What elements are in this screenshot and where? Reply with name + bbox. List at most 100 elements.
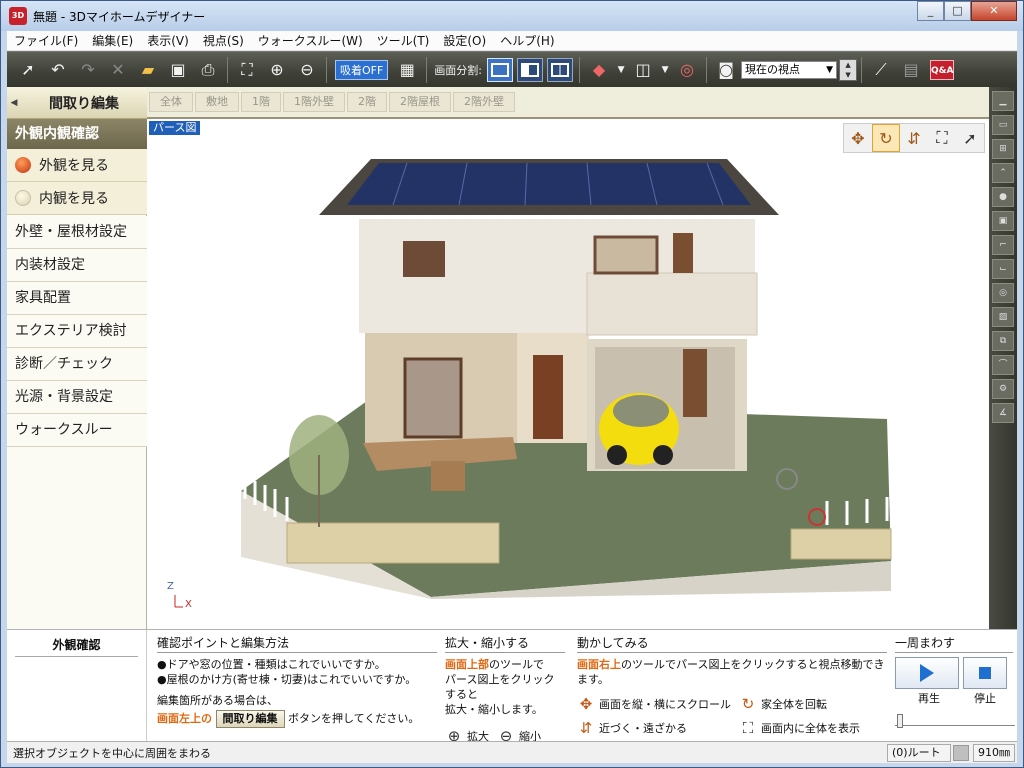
- roof-color-icon[interactable]: ◆: [586, 57, 612, 83]
- texture-icon[interactable]: ▨: [992, 307, 1014, 327]
- side-menu-furniture[interactable]: 家具配置: [7, 282, 147, 315]
- menu-help[interactable]: ヘルプ(H): [493, 31, 561, 50]
- play-button[interactable]: [895, 657, 959, 689]
- approach-icon: ⇵: [579, 718, 593, 737]
- tab-site[interactable]: 敷地: [195, 92, 239, 112]
- zoom-in-icon[interactable]: ⊕: [264, 57, 290, 83]
- zoom-out-icon[interactable]: ⊖: [294, 57, 320, 83]
- select-cursor-icon[interactable]: ➚: [956, 124, 984, 152]
- help-zoom-highlight: 画面上部: [445, 658, 489, 671]
- section-header: 外観内観確認: [7, 119, 147, 149]
- rotate-icon: ↻: [741, 694, 755, 713]
- fit-all-icon[interactable]: ⛶: [928, 124, 956, 152]
- help-edit-button[interactable]: 間取り編集: [215, 710, 285, 728]
- help-check-line2: ●屋根のかけ方(寄せ棟・切妻)はこれでいいですか。: [157, 673, 417, 686]
- help-side-title: 外観確認: [15, 636, 138, 657]
- viewport-tools: ✥ ↻ ⇵ ⛶ ➚: [843, 123, 985, 153]
- tab-2f-exterior[interactable]: 2階外壁: [453, 92, 515, 112]
- tab-1f-exterior[interactable]: 1階外壁: [283, 92, 345, 112]
- menu-edit[interactable]: 編集(E): [85, 31, 140, 50]
- undo-icon[interactable]: ↶: [45, 57, 71, 83]
- open-folder-icon[interactable]: ▰: [135, 57, 161, 83]
- help-column-rotate: 一周まわす 再生 停止: [895, 636, 1015, 728]
- rotation-slider-thumb[interactable]: [897, 714, 903, 728]
- sphere-icon[interactable]: ●: [992, 187, 1014, 207]
- snap-toggle-button[interactable]: 吸着OFF: [335, 59, 389, 80]
- roof-icon[interactable]: ⌃: [992, 163, 1014, 183]
- ruler-icon[interactable]: ⟋: [868, 57, 894, 83]
- minimize-button[interactable]: _: [917, 1, 944, 21]
- help-panel: 外観確認 確認ポイントと編集方法 ●ドアや窓の位置・種類はこれでいいですか。 ●…: [7, 629, 1017, 743]
- dropdown-arrow-icon[interactable]: ▼: [660, 57, 670, 83]
- stairs2-icon[interactable]: ⌙: [992, 259, 1014, 279]
- save-icon[interactable]: ▣: [165, 57, 191, 83]
- menu-view[interactable]: 表示(V): [140, 31, 196, 50]
- tab-1f[interactable]: 1階: [241, 92, 281, 112]
- spin-up-icon[interactable]: ▲: [840, 60, 856, 70]
- menu-file[interactable]: ファイル(F): [7, 31, 85, 50]
- circle-icon[interactable]: ◎: [992, 283, 1014, 303]
- camera-icon[interactable]: ◙: [713, 57, 739, 83]
- radio-unselected-icon: [15, 190, 31, 206]
- maximize-button[interactable]: □: [944, 1, 971, 21]
- tab-all[interactable]: 全体: [149, 92, 193, 112]
- grid-icon[interactable]: ▦: [394, 57, 420, 83]
- main-toolbar: ➚ ↶ ↷ ✕ ▰ ▣ ⎙ ⛶ ⊕ ⊖ 吸着OFF ▦ 画面分割: ◆ ▼ ◫ …: [7, 51, 1017, 87]
- fit-all-icon[interactable]: ⛶: [234, 57, 260, 83]
- help-zoom-text2: パース図上をクリックすると: [445, 673, 555, 701]
- pan-icon: ✥: [579, 694, 593, 713]
- box-view-icon[interactable]: ◫: [630, 57, 656, 83]
- side-menu-diagnosis[interactable]: 診断／チェック: [7, 348, 147, 381]
- perspective-viewport[interactable]: パース図 Z X ✥ ↻ ⇵ ⛶ ➚: [147, 119, 989, 629]
- menu-walkthrough[interactable]: ウォークスルー(W): [251, 31, 370, 50]
- title-bar[interactable]: 3D 無題 - 3Dマイホームデザイナー _ □ ✕: [1, 1, 1023, 31]
- pan-icon[interactable]: ✥: [844, 124, 872, 152]
- help-check-highlight: 画面左上の: [157, 712, 212, 725]
- radio-exterior-view[interactable]: 外観を見る: [7, 149, 147, 182]
- spin-down-icon[interactable]: ▼: [840, 70, 856, 80]
- stairs-icon[interactable]: ⌐: [992, 235, 1014, 255]
- pipe-icon[interactable]: ⌒: [992, 355, 1014, 375]
- split-4-view-button[interactable]: [547, 57, 574, 82]
- help-move-heading: 動かしてみる: [577, 636, 887, 653]
- side-menu-exterior[interactable]: エクステリア検討: [7, 315, 147, 348]
- stop-button[interactable]: [963, 657, 1007, 689]
- viewpoint-select[interactable]: 現在の視点 ▼: [741, 60, 838, 79]
- menu-viewpoint[interactable]: 視点(S): [196, 31, 251, 50]
- delete-icon[interactable]: ✕: [105, 57, 131, 83]
- help-check-line3: 編集箇所がある場合は、: [157, 694, 278, 707]
- viewpoint-spinner[interactable]: ▲ ▼: [839, 58, 858, 81]
- side-menu-walkthrough[interactable]: ウォークスルー: [7, 414, 147, 447]
- rotate-icon[interactable]: ↻: [872, 124, 900, 152]
- target-icon[interactable]: ◎: [674, 57, 700, 83]
- select-cursor-icon[interactable]: ➚: [15, 57, 41, 83]
- table-icon[interactable]: ▤: [898, 57, 924, 83]
- tab-2f-roof[interactable]: 2階屋根: [389, 92, 451, 112]
- redo-icon[interactable]: ↷: [75, 57, 101, 83]
- split-2-view-button[interactable]: [517, 57, 544, 82]
- floorplan-edit-button[interactable]: ◀ 間取り編集: [7, 87, 147, 119]
- menu-tools[interactable]: ツール(T): [370, 31, 437, 50]
- qa-button[interactable]: Q&A: [930, 59, 955, 80]
- angle-icon[interactable]: ∡: [992, 403, 1014, 423]
- single-view-button[interactable]: [487, 57, 514, 82]
- tab-2f[interactable]: 2階: [347, 92, 387, 112]
- copy-icon[interactable]: ⧉: [992, 331, 1014, 351]
- dropdown-arrow-icon[interactable]: ▼: [616, 57, 626, 83]
- collapse-left-icon[interactable]: ◀: [7, 87, 21, 119]
- close-button[interactable]: ✕: [971, 1, 1017, 21]
- rotation-slider-track[interactable]: [895, 718, 1015, 726]
- tool-icon[interactable]: ⚙: [992, 379, 1014, 399]
- approach-icon[interactable]: ⇵: [900, 124, 928, 152]
- side-menu-interior-materials[interactable]: 内装材設定: [7, 249, 147, 282]
- box-icon[interactable]: ▣: [992, 211, 1014, 231]
- radio-interior-view[interactable]: 内観を見る: [7, 182, 147, 215]
- window-icon[interactable]: ⊞: [992, 139, 1014, 159]
- menu-settings[interactable]: 設定(O): [436, 31, 493, 50]
- wall-icon[interactable]: ▭: [992, 115, 1014, 135]
- status-bar: 選択オブジェクトを中心に周囲をまわる (0)ルート 910㎜: [7, 741, 1017, 763]
- side-menu-lighting[interactable]: 光源・背景設定: [7, 381, 147, 414]
- print-icon[interactable]: ⎙: [195, 57, 221, 83]
- floor-icon[interactable]: ▁: [992, 91, 1014, 111]
- side-menu-exterior-materials[interactable]: 外壁・屋根材設定: [7, 216, 147, 249]
